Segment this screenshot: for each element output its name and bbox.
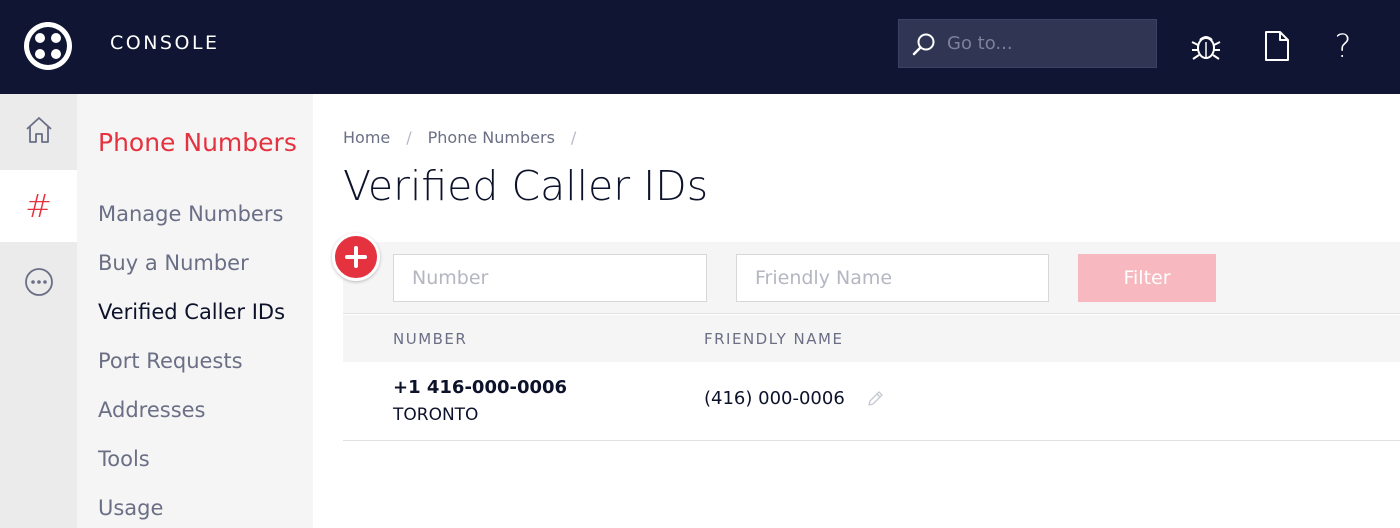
subnav-item-manage-numbers[interactable]: Manage Numbers — [98, 202, 283, 226]
caller-id-number[interactable]: +1 416-000-0006 — [393, 377, 567, 398]
breadcrumb-separator: / — [570, 128, 577, 147]
help-icon[interactable]: ? — [1323, 24, 1363, 68]
logo-dot — [35, 33, 45, 43]
subnav-item-port-requests[interactable]: Port Requests — [98, 349, 243, 373]
document-icon — [1265, 31, 1289, 61]
search-input[interactable] — [947, 33, 1147, 54]
left-rail: # — [0, 94, 77, 528]
console-title[interactable]: CONSOLE — [110, 32, 220, 54]
friendly-name-filter-input[interactable] — [736, 254, 1049, 302]
debugger-button[interactable] — [1186, 24, 1226, 68]
column-header-number[interactable]: NUMBER — [393, 330, 467, 348]
top-bar: CONSOLE ? — [0, 0, 1400, 94]
number-filter-input[interactable] — [393, 254, 707, 302]
breadcrumb-phone-numbers[interactable]: Phone Numbers — [428, 128, 555, 147]
filter-button[interactable]: Filter — [1078, 254, 1216, 302]
rail-item-phone-numbers[interactable]: # — [0, 170, 77, 242]
home-icon — [25, 117, 52, 143]
subnav-item-tools[interactable]: Tools — [98, 447, 150, 471]
more-icon — [24, 268, 53, 296]
caller-id-friendly-name: (416) 000-0006 — [704, 388, 845, 409]
bug-icon — [1191, 36, 1221, 60]
caller-id-city: TORONTO — [393, 405, 479, 425]
add-caller-id-button[interactable] — [332, 233, 380, 281]
docs-button[interactable] — [1257, 24, 1297, 68]
rail-item-more[interactable] — [0, 246, 77, 318]
subnav-item-verified-caller-ids[interactable]: Verified Caller IDs — [98, 300, 285, 324]
plus-icon — [345, 246, 367, 268]
breadcrumb-separator: / — [406, 128, 412, 147]
subnav-item-usage[interactable]: Usage — [98, 496, 163, 520]
logo-dot — [51, 49, 61, 59]
hash-icon: # — [25, 187, 52, 225]
table-header — [343, 315, 1400, 362]
pencil-icon[interactable] — [866, 388, 886, 408]
subnav-title[interactable]: Phone Numbers — [98, 128, 297, 157]
sub-navigation: Phone Numbers Manage Numbers Buy a Numbe… — [77, 94, 313, 528]
twilio-logo-icon[interactable] — [24, 22, 72, 70]
breadcrumb: Home / Phone Numbers / — [343, 128, 592, 147]
search-box[interactable] — [898, 19, 1157, 68]
column-header-friendly-name[interactable]: FRIENDLY NAME — [704, 330, 843, 348]
search-icon — [912, 33, 935, 55]
subnav-item-addresses[interactable]: Addresses — [98, 398, 206, 422]
page-title: Verified Caller IDs — [343, 162, 709, 210]
subnav-item-buy-number[interactable]: Buy a Number — [98, 251, 249, 275]
logo-dot — [51, 33, 61, 43]
rail-item-home[interactable] — [0, 94, 77, 166]
breadcrumb-home[interactable]: Home — [343, 128, 390, 147]
logo-ring — [29, 27, 67, 65]
logo-dot — [35, 49, 45, 59]
